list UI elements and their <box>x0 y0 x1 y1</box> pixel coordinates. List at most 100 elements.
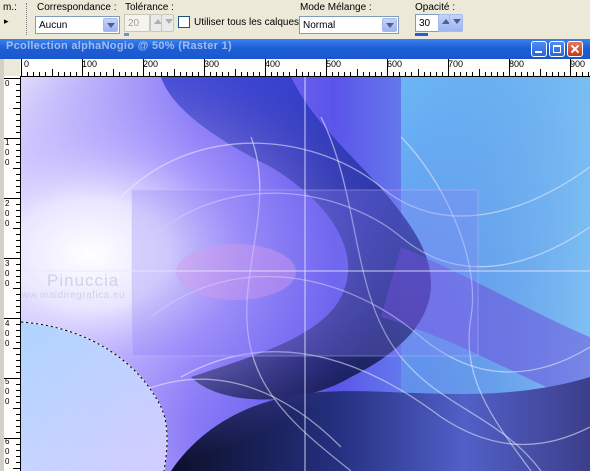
ruler-tick <box>16 354 20 355</box>
maximize-icon[interactable] <box>549 41 565 57</box>
ruler-label: 0 <box>24 59 30 69</box>
ruler-tick <box>100 72 102 76</box>
ruler-tick <box>588 72 590 76</box>
tolerance-input[interactable]: 20 <box>124 14 150 32</box>
ruler-tick <box>13 168 20 169</box>
ruler-tick <box>16 324 20 325</box>
ruler-tick <box>75 72 77 76</box>
tolerance-label: Tolérance : <box>125 2 174 13</box>
window-left-border <box>0 59 4 471</box>
ruler-tick <box>216 72 218 76</box>
opacity-value: 30 <box>419 18 431 29</box>
ruler-tick <box>271 72 273 76</box>
ruler-label: 100 <box>82 59 98 69</box>
ruler-digit: 0 <box>5 447 10 456</box>
ruler-tick <box>435 72 437 76</box>
ruler-tick <box>173 69 175 76</box>
ruler-tick <box>210 72 212 76</box>
ruler-tick <box>258 72 260 76</box>
ruler-label: 600 <box>387 59 403 69</box>
opacity-label: Opacité : <box>415 2 456 13</box>
ruler-tick <box>16 462 20 463</box>
ruler-tick <box>16 210 20 211</box>
ruler-tick <box>399 72 401 76</box>
ruler-tick <box>16 132 20 133</box>
ruler-tick <box>301 72 303 76</box>
ruler-tick <box>515 72 517 76</box>
ruler-tick <box>16 174 20 175</box>
opacity-dropdown[interactable] <box>449 14 463 32</box>
ruler-tick <box>45 72 47 76</box>
toolbar-grip[interactable] <box>26 3 30 35</box>
ruler-label: 300 <box>204 59 220 69</box>
minimize-icon[interactable] <box>531 41 547 57</box>
ruler-tick <box>551 72 553 76</box>
ruler-tick <box>289 72 291 76</box>
tolerance-slider[interactable] <box>124 33 129 36</box>
ruler-digit: 5 <box>5 377 10 386</box>
correspondance-value: Aucun <box>39 20 68 31</box>
ruler-tick <box>16 192 20 193</box>
ruler-tick <box>16 336 20 337</box>
ruler-digit: 0 <box>5 329 10 338</box>
ruler-tick <box>502 72 504 76</box>
all-layers-checkbox[interactable] <box>178 16 190 28</box>
ruler-tick <box>356 69 358 76</box>
chevron-down-icon[interactable] <box>382 18 397 32</box>
ruler-tick <box>576 72 578 76</box>
chevron-down-icon[interactable] <box>103 18 118 32</box>
ruler-tick <box>16 294 20 295</box>
ruler-tick <box>423 72 425 76</box>
ruler-tick <box>69 72 71 76</box>
toolbar-left-fragment: m.: <box>3 2 17 13</box>
ruler-tick <box>13 228 20 229</box>
ruler-tick <box>16 426 20 427</box>
watermark-name: Pinuccia <box>47 271 120 290</box>
ruler-tick <box>16 312 20 313</box>
ruler-tick <box>277 72 279 76</box>
ruler-tick <box>167 72 169 76</box>
ruler-tick <box>51 69 53 76</box>
ruler-tick <box>533 72 535 76</box>
ruler-tick <box>234 69 236 76</box>
ruler-tick <box>63 72 65 76</box>
ruler-tick <box>21 59 22 76</box>
ruler-tick <box>563 72 565 76</box>
image-canvas[interactable]: Pinuccia www.maidiregrafica.eu <box>21 77 590 471</box>
ruler-tick <box>16 186 20 187</box>
ruler-label: 200 <box>143 59 159 69</box>
opacity-input[interactable]: 30 <box>415 14 439 32</box>
ruler-tick <box>197 72 199 76</box>
ruler-tick <box>27 72 29 76</box>
ruler-tick <box>350 72 352 76</box>
ruler-tick <box>16 84 20 85</box>
ruler-tick <box>240 72 242 76</box>
document-title-bar[interactable]: Pcollection alphaNogio @ 50% (Raster 1) <box>0 39 590 59</box>
ruler-tick <box>16 270 20 271</box>
ruler-tick <box>283 72 285 76</box>
ruler-tick <box>405 72 407 76</box>
ruler-tick <box>490 72 492 76</box>
ruler-tick <box>16 216 20 217</box>
ruler-tick <box>130 72 132 76</box>
ruler-label: 800 <box>509 59 525 69</box>
ruler-tick <box>557 72 559 76</box>
ruler-tick <box>527 72 529 76</box>
toolbar-left-arrow-icon[interactable]: ▸ <box>4 16 9 27</box>
opacity-slider[interactable] <box>415 33 428 36</box>
close-icon[interactable] <box>567 41 583 57</box>
horizontal-ruler[interactable]: 0 100 200 300 400 500 600 700 800 900 <box>20 59 590 77</box>
tolerance-dropdown[interactable] <box>161 14 174 32</box>
ruler-tick <box>222 72 224 76</box>
ruler-tick <box>16 366 20 367</box>
ruler-tick <box>344 72 346 76</box>
ruler-tick <box>16 396 20 397</box>
ruler-digit: 0 <box>5 148 10 157</box>
ruler-tick <box>16 372 20 373</box>
ruler-tick <box>16 414 20 415</box>
ruler-digit: 6 <box>5 437 10 446</box>
ruler-tick <box>13 468 20 469</box>
correspondance-select[interactable]: Aucun <box>35 16 120 34</box>
blend-mode-select[interactable]: Normal <box>299 16 399 34</box>
ruler-tick <box>16 390 20 391</box>
